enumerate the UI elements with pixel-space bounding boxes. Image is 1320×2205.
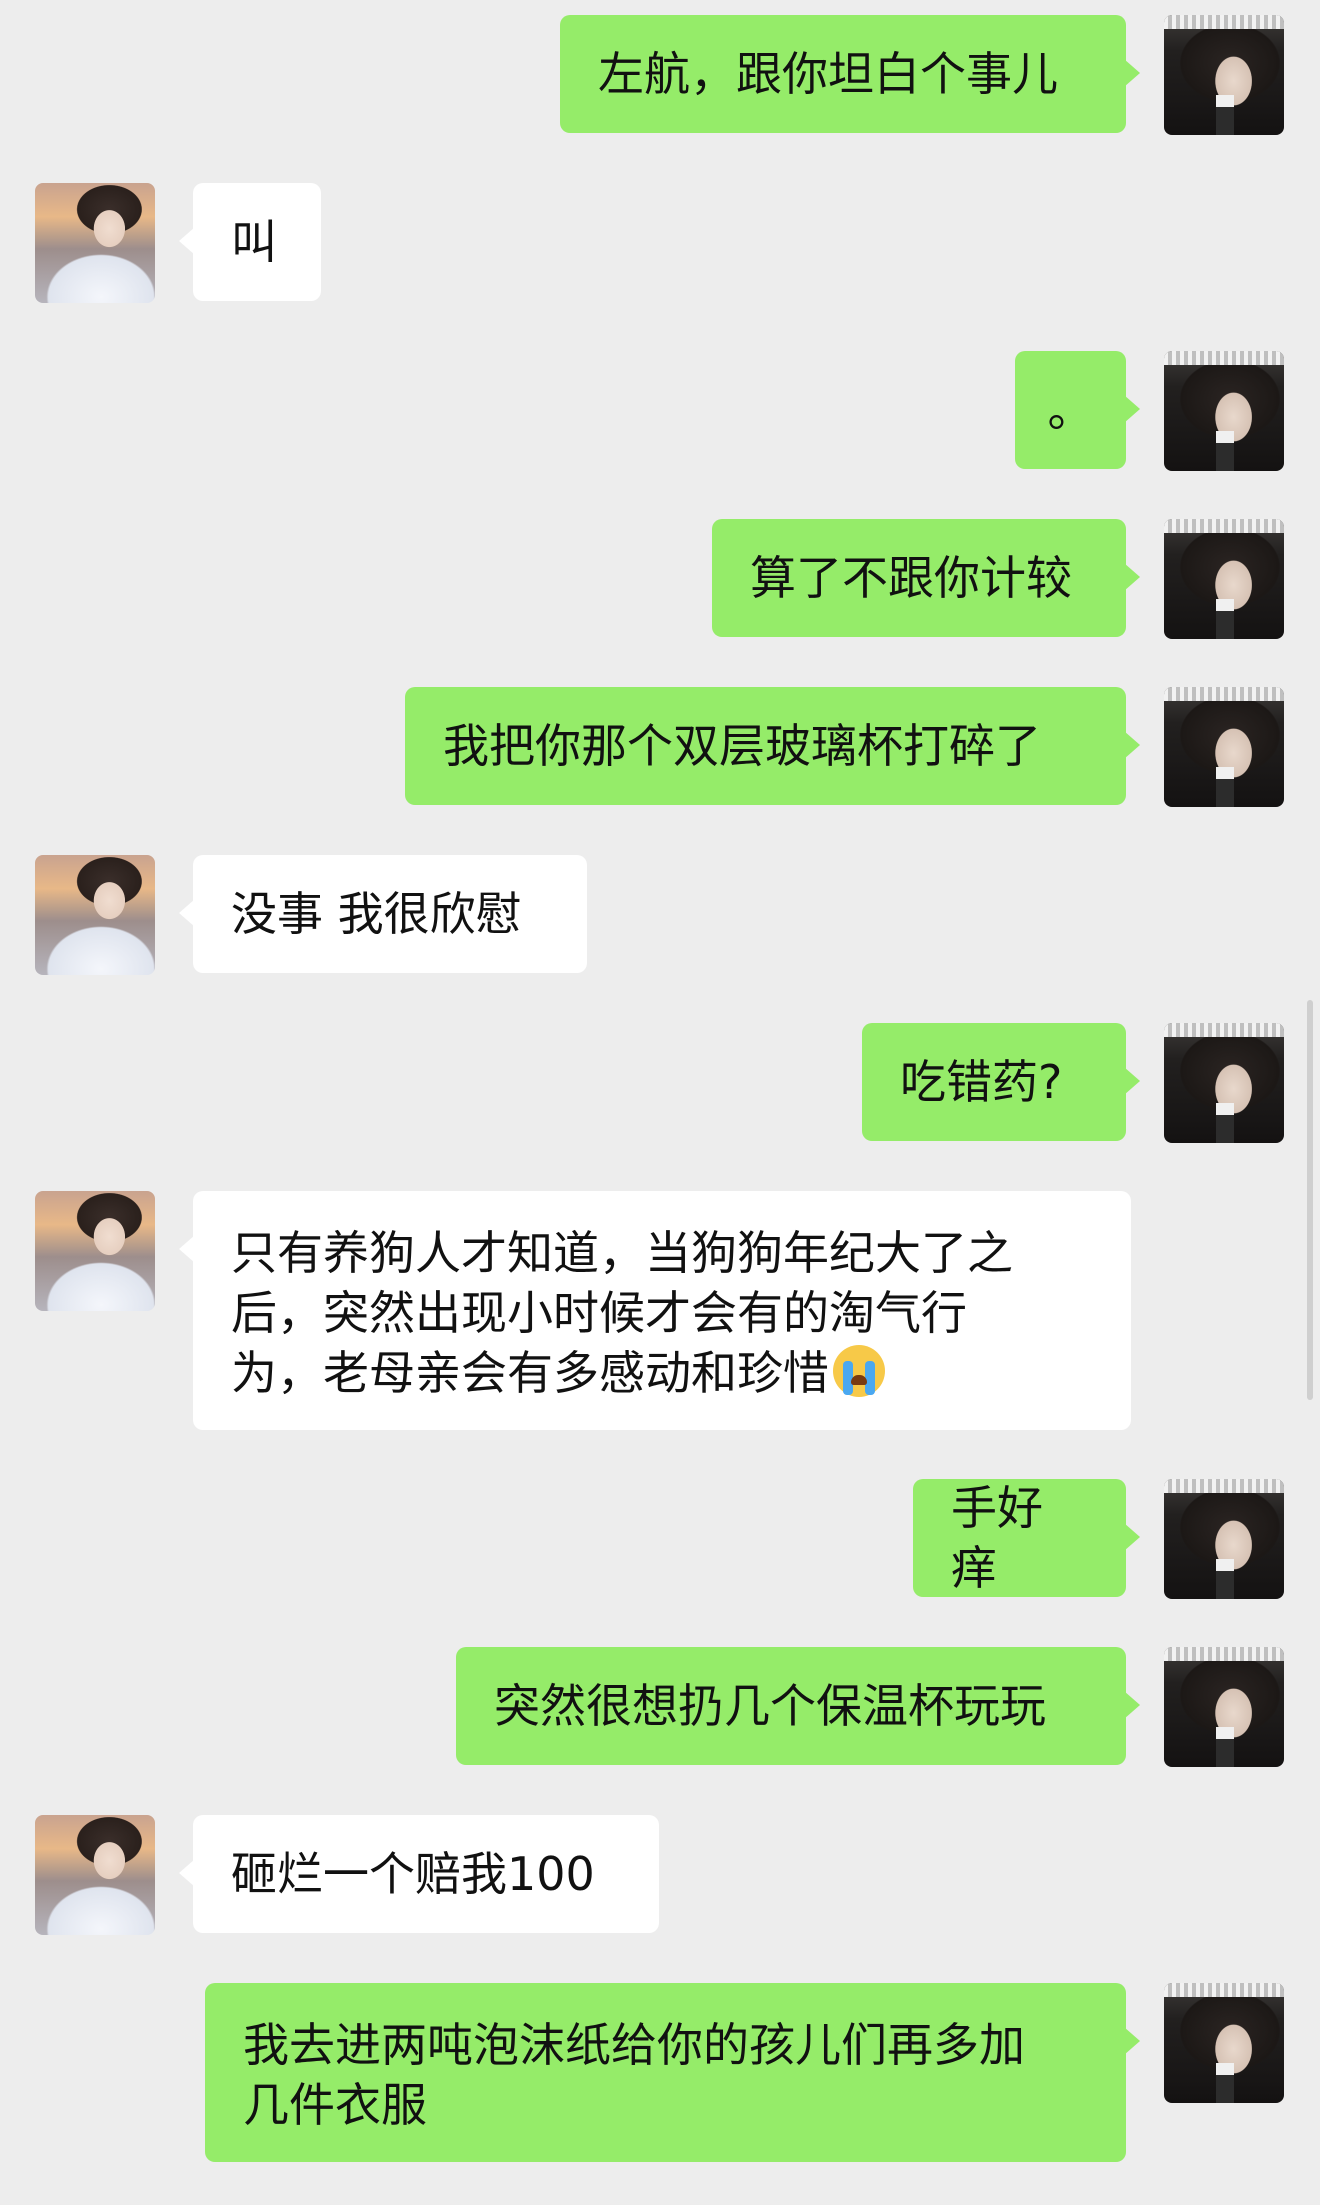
message-text: 吃错药? <box>900 1055 1063 1109</box>
sent-message-bubble[interactable]: 。 <box>1015 351 1140 469</box>
sent-message-bubble[interactable]: 我把你那个双层玻璃杯打碎了 <box>405 687 1140 805</box>
received-message-bubble[interactable]: 没事 我很欣慰 <box>179 855 587 973</box>
sent-message-bubble[interactable]: 吃错药? <box>862 1023 1140 1141</box>
scrollbar[interactable] <box>1307 1000 1313 1400</box>
message-text: 没事 我很欣慰 <box>231 887 522 941</box>
contact-avatar[interactable] <box>35 1815 155 1935</box>
sent-message-bubble[interactable]: 算了不跟你计较 <box>712 519 1140 637</box>
message-text: 。 <box>1047 383 1094 437</box>
message-text: 我把你那个双层玻璃杯打碎了 <box>443 719 1041 773</box>
sent-message-bubble[interactable]: 左航，跟你坦白个事儿 <box>560 15 1140 133</box>
chat-message-list[interactable]: 左航，跟你坦白个事儿 叫 。 算了不跟你计较 我把你那个双层玻璃杯打碎了 没事 <box>0 0 1320 2205</box>
message-text: 算了不跟你计较 <box>750 551 1072 605</box>
my-avatar[interactable] <box>1164 1479 1284 1599</box>
sent-message-bubble[interactable]: 我去进两吨泡沫纸给你的孩儿们再多加 几件衣服 <box>205 1983 1140 2162</box>
message-text: 手好痒 <box>951 1481 1043 1595</box>
contact-avatar[interactable] <box>35 1191 155 1311</box>
message-text-line: 为，老母亲会有多感动和珍惜 <box>231 1346 829 1400</box>
message-text-line: 我去进两吨泡沫纸给你的孩儿们再多加 <box>243 2018 1025 2072</box>
message-text: 叫 <box>231 215 277 269</box>
loudly-crying-face-icon <box>833 1345 885 1397</box>
message-text-line: 后，突然出现小时候才会有的淘气行 <box>231 1286 967 1340</box>
received-message-bubble[interactable]: 叫 <box>179 183 321 301</box>
my-avatar[interactable] <box>1164 687 1284 807</box>
message-text-line: 只有养狗人才知道，当狗狗年纪大了之 <box>231 1226 1013 1280</box>
received-message-bubble[interactable]: 砸烂一个赔我100 <box>179 1815 659 1933</box>
message-text-line: 几件衣服 <box>243 2078 427 2132</box>
sent-message-bubble[interactable]: 手好痒 <box>913 1479 1140 1597</box>
message-text: 左航，跟你坦白个事儿 <box>598 47 1058 101</box>
message-text: 突然很想扔几个保温杯玩玩 <box>494 1679 1046 1733</box>
my-avatar[interactable] <box>1164 1023 1284 1143</box>
my-avatar[interactable] <box>1164 519 1284 639</box>
my-avatar[interactable] <box>1164 351 1284 471</box>
my-avatar[interactable] <box>1164 1647 1284 1767</box>
contact-avatar[interactable] <box>35 855 155 975</box>
my-avatar[interactable] <box>1164 15 1284 135</box>
message-text: 砸烂一个赔我100 <box>231 1847 595 1901</box>
my-avatar[interactable] <box>1164 1983 1284 2103</box>
contact-avatar[interactable] <box>35 183 155 303</box>
sent-message-bubble[interactable]: 突然很想扔几个保温杯玩玩 <box>456 1647 1140 1765</box>
received-message-bubble[interactable]: 只有养狗人才知道，当狗狗年纪大了之 后，突然出现小时候才会有的淘气行 为，老母亲… <box>179 1191 1131 1430</box>
